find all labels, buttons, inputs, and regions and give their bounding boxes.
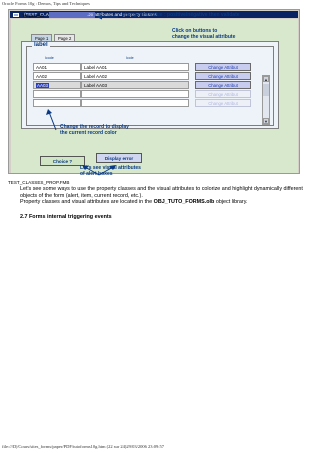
tab-page-2[interactable]: Page 2 xyxy=(54,34,76,41)
browser-print-header: Oracle Forms 10g : Demos, Tips and Techn… xyxy=(2,1,90,6)
hint-buttons-line2: change the visual attribute xyxy=(172,34,236,40)
paragraph-line3-end: object library. xyxy=(214,199,248,205)
row-3-label-current[interactable]: Label AA03 xyxy=(81,81,189,89)
change-attribut-button-5[interactable]: Change Attribut xyxy=(195,99,251,107)
paragraph-line1: Let's see some ways to use the property … xyxy=(20,186,303,192)
current-record-code: AA03 xyxy=(36,83,50,88)
change-attribut-button-1[interactable]: Change Attribut xyxy=(195,63,251,71)
row-1-label[interactable]: Label AA01 xyxy=(81,63,189,71)
browser-print-footer: file:///D|/Cours/sites_forms/paper/PDF/t… xyxy=(2,444,165,449)
screenshot-caption: TEST_CLASSES_PROP.FMB xyxy=(8,180,70,185)
arrow-up-icon xyxy=(46,109,57,131)
row-4-code[interactable] xyxy=(33,90,81,98)
frame-title: label xyxy=(32,42,50,48)
row-5-code[interactable] xyxy=(33,99,81,107)
temperature-label: Temperature xyxy=(22,13,45,18)
paragraph-line3: Property classes and visual attributes a… xyxy=(20,199,316,206)
hint-buttons: Click on buttons to change the visual at… xyxy=(172,28,235,40)
hint-change-value: change the value : positive/négative the… xyxy=(122,12,240,18)
row-4-label[interactable] xyxy=(81,90,189,98)
row-2-code[interactable]: AA02 xyxy=(33,72,81,80)
library-name: OBJ_TUTO_FORMS.olb xyxy=(153,199,215,205)
hint-alert-line2: of alert boxes xyxy=(80,171,113,177)
description-paragraph: Let's see some ways to use the property … xyxy=(20,186,316,206)
scrollbar-thumb[interactable] xyxy=(263,84,269,96)
row-1-code[interactable]: AA01 xyxy=(33,63,81,71)
tab-page-1[interactable]: Page 1 xyxy=(31,34,53,41)
change-attribut-button-4[interactable]: Change Attribut xyxy=(195,90,251,98)
column-header-code: Icode xyxy=(45,56,54,60)
arrow-left-icon xyxy=(97,14,118,20)
display-error-button[interactable]: Display error xyxy=(96,153,142,163)
row-3-code-current[interactable]: AA03 xyxy=(33,81,81,89)
change-attribut-button-3[interactable]: Change Attribut xyxy=(195,81,251,89)
row-5-label[interactable] xyxy=(81,99,189,107)
paragraph-line3-start: Property classes and visual attributes a… xyxy=(20,199,154,205)
oracle-window-icon xyxy=(13,13,19,17)
vertical-scrollbar[interactable]: ▲ ▼ xyxy=(262,75,270,125)
temperature-field[interactable]: -20 xyxy=(49,12,95,18)
hint-record: Change the record to display the current… xyxy=(60,124,129,136)
column-header-label: Icole xyxy=(126,56,134,60)
hint-alert: Let's see visual attributes of alert box… xyxy=(80,165,141,177)
scroll-up-icon[interactable]: ▲ xyxy=(263,76,269,82)
scroll-down-icon[interactable]: ▼ xyxy=(263,118,269,124)
row-2-label[interactable]: Label AA02 xyxy=(81,72,189,80)
section-heading: 2.7 Forms internal triggering events xyxy=(20,214,112,220)
change-attribut-button-2[interactable]: Change Attribut xyxy=(195,72,251,80)
hint-record-line2: the current record color xyxy=(60,130,117,136)
